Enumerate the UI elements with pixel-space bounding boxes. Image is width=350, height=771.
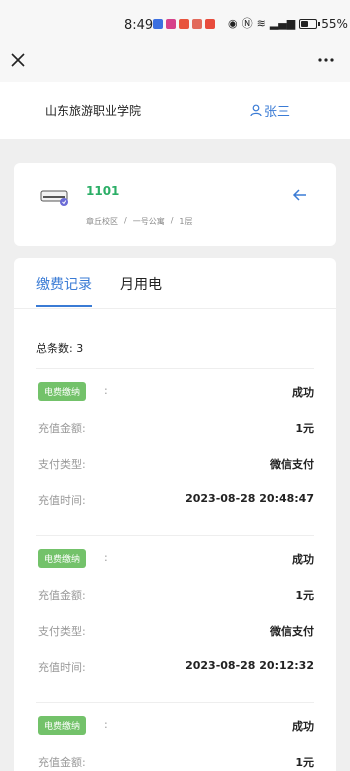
record-row: 支付类型: 微信支付: [36, 621, 314, 639]
divider: [36, 368, 314, 369]
record-header-row: 电费缴纳 : 成功: [36, 716, 314, 735]
record-row: 支付类型: 微信支付: [36, 454, 314, 472]
room-location-breadcrumb: 章丘校区 / 一号公寓 / 1层: [86, 216, 193, 227]
signal-icon: ▂▄▆: [269, 17, 296, 30]
divider: [36, 535, 314, 536]
wifi-icon: ≋: [256, 17, 266, 30]
breadcrumb-separator: /: [124, 216, 127, 225]
record-row: 充值金额: 1元: [36, 585, 314, 603]
browser-top-bar: [0, 40, 350, 82]
field-label: 充值金额:: [38, 756, 86, 769]
total-count: 总条数: 3: [36, 342, 84, 355]
breadcrumb-separator: /: [170, 216, 174, 225]
record-row: 充值金额: 1元: [36, 418, 314, 436]
app-notification-icon: [192, 19, 202, 29]
status-time: 8:49: [124, 18, 154, 33]
field-label: 支付类型:: [38, 458, 86, 471]
active-tab-indicator: [36, 305, 92, 307]
field-value: 2023-08-28 20:12:32: [185, 659, 314, 672]
colon: :: [104, 551, 108, 564]
field-label: 充值时间:: [38, 494, 86, 507]
tab-payment-records[interactable]: 缴费记录: [36, 274, 92, 294]
close-icon[interactable]: [8, 50, 28, 70]
user-name: 张三: [264, 105, 291, 120]
divider: [36, 702, 314, 703]
app-notification-icon: [166, 19, 176, 29]
status-bar: 8:49 ◉ Ⓝ ≋ ▂▄▆ 55%: [0, 0, 350, 40]
battery-icon: [299, 19, 321, 29]
more-options-icon[interactable]: [316, 50, 336, 70]
user-icon: [250, 104, 262, 117]
payment-status: 成功: [292, 386, 314, 399]
tab-bar: 缴费记录 月用电: [14, 258, 336, 309]
records-panel: 缴费记录 月用电 总条数: 3 电费缴纳 : 成功 充值金额: 1元 支付类型:…: [14, 258, 336, 771]
field-value: 1元: [295, 756, 314, 769]
user-profile-link[interactable]: 张三: [250, 101, 290, 120]
record-header-row: 电费缴纳 : 成功: [36, 382, 314, 401]
record-row: 充值时间: 2023-08-28 20:12:32: [36, 657, 314, 675]
field-value: 1元: [295, 422, 314, 435]
payment-type-badge: 电费缴纳: [38, 382, 87, 401]
payment-status: 成功: [292, 720, 314, 733]
breadcrumb-floor: 1层: [179, 217, 193, 226]
payment-type-badge: 电费缴纳: [38, 549, 87, 568]
arrow-left-icon[interactable]: [291, 186, 309, 204]
record-row: 充值时间: 2023-08-28 20:48:47: [36, 490, 314, 508]
payment-status: 成功: [292, 553, 314, 566]
record-header-row: 电费缴纳 : 成功: [36, 549, 314, 568]
notification-icons: [153, 19, 215, 29]
system-icons: ◉ Ⓝ ≋ ▂▄▆ 55%: [228, 17, 348, 31]
school-name: 山东旅游职业学院: [45, 104, 142, 118]
tab-monthly-usage[interactable]: 月用电: [120, 274, 162, 294]
field-label: 支付类型:: [38, 625, 86, 638]
field-value: 1元: [295, 589, 314, 602]
breadcrumb-building: 一号公寓: [132, 217, 165, 226]
field-label: 充值金额:: [38, 589, 86, 602]
payment-type-badge: 电费缴纳: [38, 716, 87, 735]
room-number: 1101: [86, 184, 120, 198]
record-row: 充值金额: 1元: [36, 752, 314, 770]
field-value: 微信支付: [270, 458, 314, 471]
room-card: 1101 章丘校区 / 一号公寓 / 1层: [14, 163, 336, 246]
eye-icon: ◉: [228, 17, 238, 30]
app-notification-icon: [153, 19, 163, 29]
field-value: 微信支付: [270, 625, 314, 638]
breadcrumb-campus: 章丘校区: [86, 217, 118, 226]
app-notification-icon: [179, 19, 189, 29]
battery-percent: 55%: [321, 17, 348, 31]
colon: :: [104, 718, 108, 731]
app-notification-icon: [205, 19, 215, 29]
colon: :: [104, 384, 108, 397]
field-label: 充值金额:: [38, 422, 86, 435]
nfc-icon: Ⓝ: [241, 17, 253, 30]
school-header: 山东旅游职业学院 张三: [0, 82, 350, 139]
field-label: 充值时间:: [38, 661, 86, 674]
air-conditioner-icon: [40, 190, 68, 206]
field-value: 2023-08-28 20:48:47: [185, 492, 314, 505]
